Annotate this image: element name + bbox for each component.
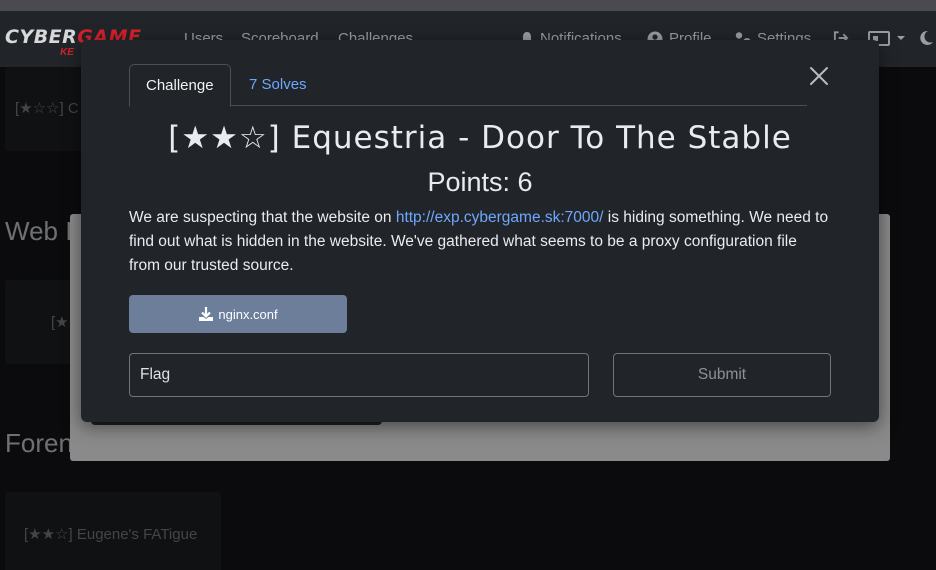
challenge-description: We are suspecting that the website on ht… — [129, 206, 829, 278]
modal-tabs: Challenge 7 Solves — [129, 64, 807, 107]
challenge-points: Points: 6 — [427, 167, 533, 197]
submit-button[interactable]: Submit — [613, 353, 831, 397]
moon-icon[interactable] — [918, 30, 934, 46]
close-icon[interactable] — [808, 65, 830, 87]
description-text: We are suspecting that the website on — [129, 209, 396, 226]
challenge-title: [★★☆] Equestria - Door To The Stable — [168, 120, 792, 156]
download-file-button[interactable]: nginx.conf — [129, 295, 347, 333]
flag-input[interactable] — [129, 353, 589, 397]
challenge-modal: Challenge 7 Solves [★★☆] Equestria - Doo… — [81, 40, 879, 422]
logo-primary-text: CYBER — [5, 26, 78, 48]
tab-solves[interactable]: 7 Solves — [233, 64, 323, 106]
logo-sub-text: KE — [60, 47, 74, 58]
download-icon — [199, 307, 214, 321]
challenge-url-link[interactable]: http://exp.cybergame.sk:7000/ — [396, 209, 604, 226]
download-file-label: nginx.conf — [218, 306, 278, 322]
tab-challenge[interactable]: Challenge — [129, 64, 231, 107]
browser-top-strip — [0, 0, 936, 11]
